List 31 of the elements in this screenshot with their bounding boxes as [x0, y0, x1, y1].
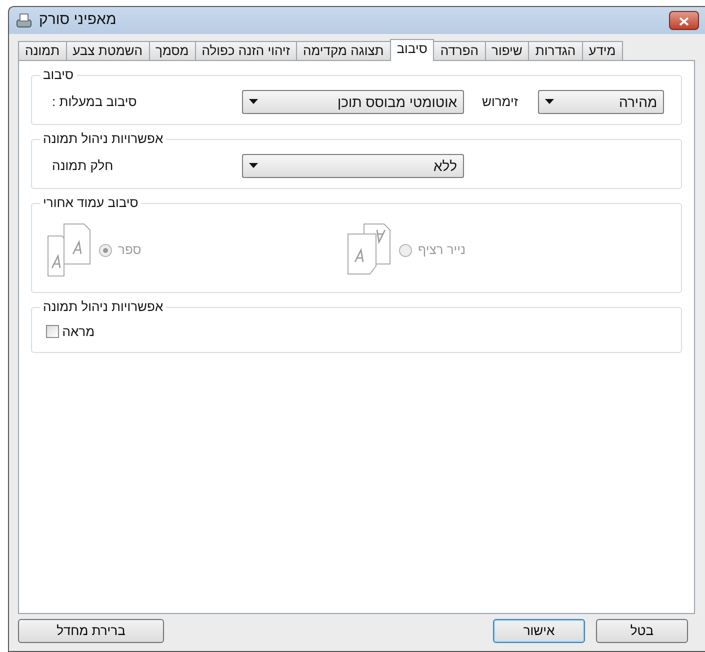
close-button[interactable]	[669, 11, 699, 30]
scanner-icon	[15, 12, 33, 28]
ok-button[interactable]: אישור	[493, 619, 585, 643]
window-title: מאפיני סורק	[39, 10, 116, 30]
cancel-button[interactable]: בטל	[596, 619, 688, 643]
tab[interactable]: הגדרות	[528, 41, 583, 60]
caret-icon	[249, 163, 258, 169]
book-pages-icon	[46, 222, 92, 278]
tab[interactable]: מידע	[582, 41, 623, 60]
tab[interactable]: מסמך	[148, 41, 196, 60]
checkbox[interactable]	[46, 325, 59, 338]
field-label: חלק תמונה	[51, 157, 114, 176]
tab[interactable]: זיהוי הזנה כפולה	[194, 41, 298, 60]
radio-label: ספר	[118, 241, 142, 260]
tab[interactable]: השמטת צבע	[66, 41, 150, 60]
caret-icon	[545, 99, 554, 105]
tab[interactable]: סיבוב	[390, 39, 434, 61]
dropdown[interactable]: אוטומטי מבוסס תוכן	[242, 90, 464, 114]
tab[interactable]: תצוגה מקדימה	[296, 41, 391, 60]
tab[interactable]: תמונה	[18, 41, 67, 60]
dropdown[interactable]: ללא	[242, 154, 464, 178]
defaults-button[interactable]: ברירת מחדל	[18, 619, 164, 643]
radio-label: נייר רציף	[418, 241, 466, 260]
caret-icon	[249, 99, 258, 105]
field-label: זימרוש	[482, 93, 518, 112]
tab[interactable]: שיפור	[484, 41, 530, 60]
checkbox-label: מראה	[62, 323, 95, 341]
field-label: סיבוב במעלות :	[51, 93, 138, 112]
tab[interactable]: הפרדה	[433, 41, 486, 60]
dropdown[interactable]: מהירה	[538, 90, 664, 114]
close-icon	[679, 17, 689, 26]
